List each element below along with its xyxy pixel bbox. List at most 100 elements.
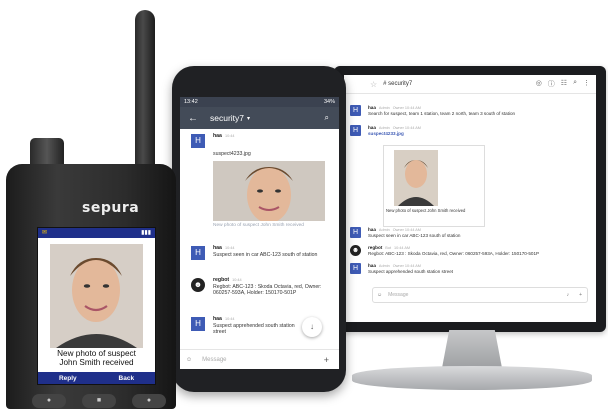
- call-icon[interactable]: ◎: [536, 79, 542, 89]
- avatar: H: [350, 105, 361, 116]
- radio-screen: ✉ ▮▮▮ New photo of suspect John Smith re…: [37, 227, 156, 385]
- favorite-star-icon[interactable]: ☆: [370, 80, 377, 89]
- message-text: Suspect seen in car ABC-123 south of sta…: [368, 233, 461, 238]
- emoji-icon[interactable]: ☺: [186, 357, 192, 363]
- message-sender: haa: [213, 245, 222, 251]
- message-icon: ✉: [42, 230, 48, 236]
- suspect-photo: [394, 150, 438, 206]
- message-item: H haa Admin Owner 10:44 AM Suspect seen in…: [350, 227, 578, 239]
- message-text: Suspect seen in car ABC-123 south of sta…: [213, 251, 318, 258]
- suspect-photo: [50, 244, 143, 348]
- radio-keypad-row: ● ■ ●: [24, 392, 174, 409]
- radio-softkey-bar: Reply Back: [38, 372, 155, 384]
- message-text: Regbot: ABC-123 : Skoda Octavia, red, Ow…: [213, 283, 322, 297]
- role-badge: Admin: [378, 106, 390, 110]
- avatar: H: [350, 227, 361, 238]
- message-item: H haa Admin Owner 10:44 AM Search for susp…: [350, 105, 578, 117]
- message-meta: Owner 10:44 AM: [392, 106, 421, 110]
- message-input-placeholder: Message: [202, 357, 227, 363]
- message-input-placeholder: Message: [388, 292, 409, 298]
- monitor-stand-base: [352, 366, 592, 390]
- kebab-menu-icon[interactable]: ⋮: [583, 79, 590, 89]
- role-badge: Admin: [378, 228, 390, 232]
- info-icon[interactable]: ⓘ: [548, 79, 555, 89]
- message-item: ☻ regbot 10:44 Regbot: ABC-123 : Skoda Oc…: [191, 277, 331, 297]
- attachment-caption: New photo of suspect John Smith received: [213, 223, 304, 228]
- home-key[interactable]: ■: [82, 393, 116, 408]
- radio-brand-logo: sepura: [82, 200, 140, 216]
- avatar: H: [350, 125, 361, 136]
- attachment-file-name[interactable]: suspect4233.jpg: [213, 151, 331, 158]
- bot-avatar: ☻: [350, 245, 361, 256]
- message-text: Suspect apprehended south station street: [368, 269, 454, 274]
- members-icon[interactable]: ☷: [561, 79, 567, 89]
- message-item: H haa Admin Owner 10:44 AM Suspect apprehe…: [350, 263, 578, 275]
- message-text: Search for suspect, team 1 station, team…: [368, 111, 516, 116]
- search-icon[interactable]: ⌕: [573, 79, 577, 89]
- message-sender: regbot: [368, 245, 383, 250]
- message-meta: 10:44: [232, 278, 242, 282]
- message-sender: haa: [213, 316, 222, 322]
- arrow-down-icon: ↓: [310, 322, 314, 331]
- role-badge: Admin: [378, 126, 390, 130]
- left-key[interactable]: ●: [32, 393, 66, 408]
- role-badge: Admin: [378, 264, 390, 268]
- message-input[interactable]: ☺ Message ♪ +: [372, 287, 588, 303]
- message-meta: Owner 10:44 AM: [392, 228, 421, 232]
- chevron-down-icon[interactable]: ▾: [247, 115, 250, 122]
- reply-softkey[interactable]: Reply: [59, 375, 77, 382]
- message-item: H haa 10:44 Suspect apprehended south sta…: [191, 316, 299, 336]
- message-sender: haa: [368, 227, 376, 232]
- message-item: ☻ regbot Bot 10:44 AM Regbot: ABC-123 : Sk…: [350, 245, 578, 257]
- message-meta: 10:44: [224, 317, 235, 321]
- signal-icon: ▮▮▮: [141, 230, 151, 236]
- message-sender: haa: [368, 263, 376, 268]
- message-meta: 10:44: [224, 134, 235, 138]
- channel-title: # security7: [383, 81, 413, 87]
- message-sender: haa: [368, 105, 376, 110]
- channel-title[interactable]: security7: [210, 113, 244, 123]
- right-key[interactable]: ●: [132, 393, 166, 408]
- radio-caption-line-2: John Smith received: [59, 358, 134, 367]
- radio-antenna: [135, 10, 155, 176]
- emoji-icon[interactable]: ☺: [377, 292, 382, 298]
- message-text: Regbot: ABC-123 : Skoda Octavia, red, Ow…: [368, 251, 540, 256]
- add-icon[interactable]: +: [324, 355, 329, 365]
- status-time: 13:42: [184, 99, 198, 105]
- radio-caption: New photo of suspect John Smith received: [38, 349, 155, 367]
- attachment-link[interactable]: suspect4233.jpg: [368, 131, 404, 136]
- message-sender: haa: [368, 125, 376, 130]
- avatar: H: [191, 317, 205, 331]
- phone-chat-screen: 13:42 34% ← security7 ▾ ⌕ H haa 10:44 sus…: [180, 97, 339, 369]
- phone-status-bar: 13:42 34%: [180, 97, 339, 107]
- message-sender: haa: [213, 133, 222, 139]
- role-badge: Bot: [385, 246, 391, 250]
- desktop-chat-screen: ☆ # security7 ◎ ⓘ ☷ ⌕ ⋮ H haa Admin Owner …: [344, 75, 596, 322]
- message-input[interactable]: ☺ Message +: [180, 349, 339, 369]
- message-meta: 10:44: [224, 246, 235, 250]
- scroll-down-button[interactable]: ↓: [302, 317, 322, 337]
- message-text: Suspect apprehended south station street: [213, 322, 295, 336]
- radio-caption-line-1: New photo of suspect: [57, 349, 136, 358]
- avatar: H: [350, 263, 361, 274]
- bot-avatar: ☻: [191, 278, 205, 292]
- search-icon[interactable]: ⌕: [325, 113, 329, 123]
- suspect-photo[interactable]: [213, 161, 325, 221]
- radio-status-bar: ✉ ▮▮▮: [38, 228, 155, 238]
- message-item: H haa 10:44 Suspect seen in car ABC-123 s…: [191, 245, 331, 260]
- message-meta: 10:44 AM: [394, 246, 411, 250]
- message-item: H haa Admin Owner 10:44 AM suspect4233.jpg: [350, 125, 578, 137]
- message-sender: regbot: [213, 277, 230, 283]
- avatar: H: [191, 134, 205, 148]
- message-meta: Owner 10:44 AM: [392, 126, 421, 130]
- add-icon[interactable]: +: [579, 292, 582, 298]
- microphone-icon[interactable]: ♪: [567, 292, 570, 298]
- monitor-stand-neck: [442, 330, 502, 368]
- phone-chat-header: ← security7 ▾ ⌕: [180, 107, 339, 129]
- back-arrow-icon[interactable]: ←: [188, 113, 198, 124]
- message-item: H haa 10:44: [191, 133, 331, 148]
- status-battery: 34%: [323, 99, 335, 105]
- message-meta: Owner 10:44 AM: [392, 264, 421, 268]
- back-softkey[interactable]: Back: [119, 375, 135, 382]
- image-attachment[interactable]: New photo of suspect John Smith received: [383, 145, 485, 227]
